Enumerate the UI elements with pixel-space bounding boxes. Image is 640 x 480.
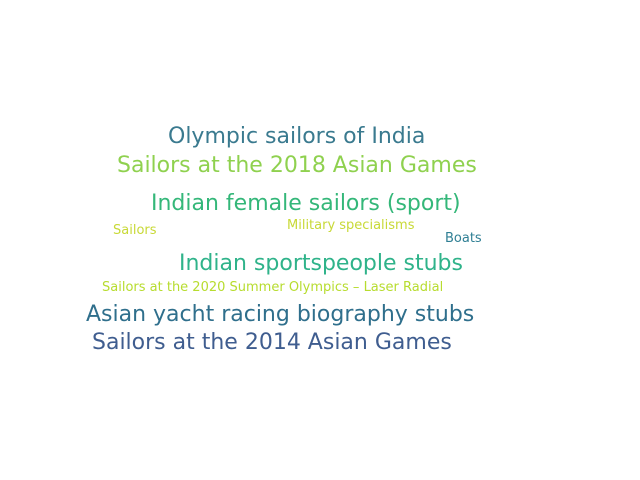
word-boats: Boats xyxy=(445,231,482,246)
word-military-specialisms: Military specialisms xyxy=(287,218,415,233)
word-cloud: Olympic sailors of India Sailors at the … xyxy=(0,0,640,480)
word-sailors-2018-asian-games: Sailors at the 2018 Asian Games xyxy=(117,153,477,178)
word-sailors-2014-asian-games: Sailors at the 2014 Asian Games xyxy=(92,330,452,355)
word-asian-yacht-racing-biography-stubs: Asian yacht racing biography stubs xyxy=(86,302,475,327)
word-sailors: Sailors xyxy=(113,223,157,238)
word-indian-sportspeople-stubs: Indian sportspeople stubs xyxy=(179,251,463,276)
word-indian-female-sailors: Indian female sailors (sport) xyxy=(151,191,461,216)
word-sailors-2020-summer-olympics-laser-radial: Sailors at the 2020 Summer Olympics – La… xyxy=(102,280,444,295)
word-olympic-sailors-of-india: Olympic sailors of India xyxy=(168,124,426,149)
